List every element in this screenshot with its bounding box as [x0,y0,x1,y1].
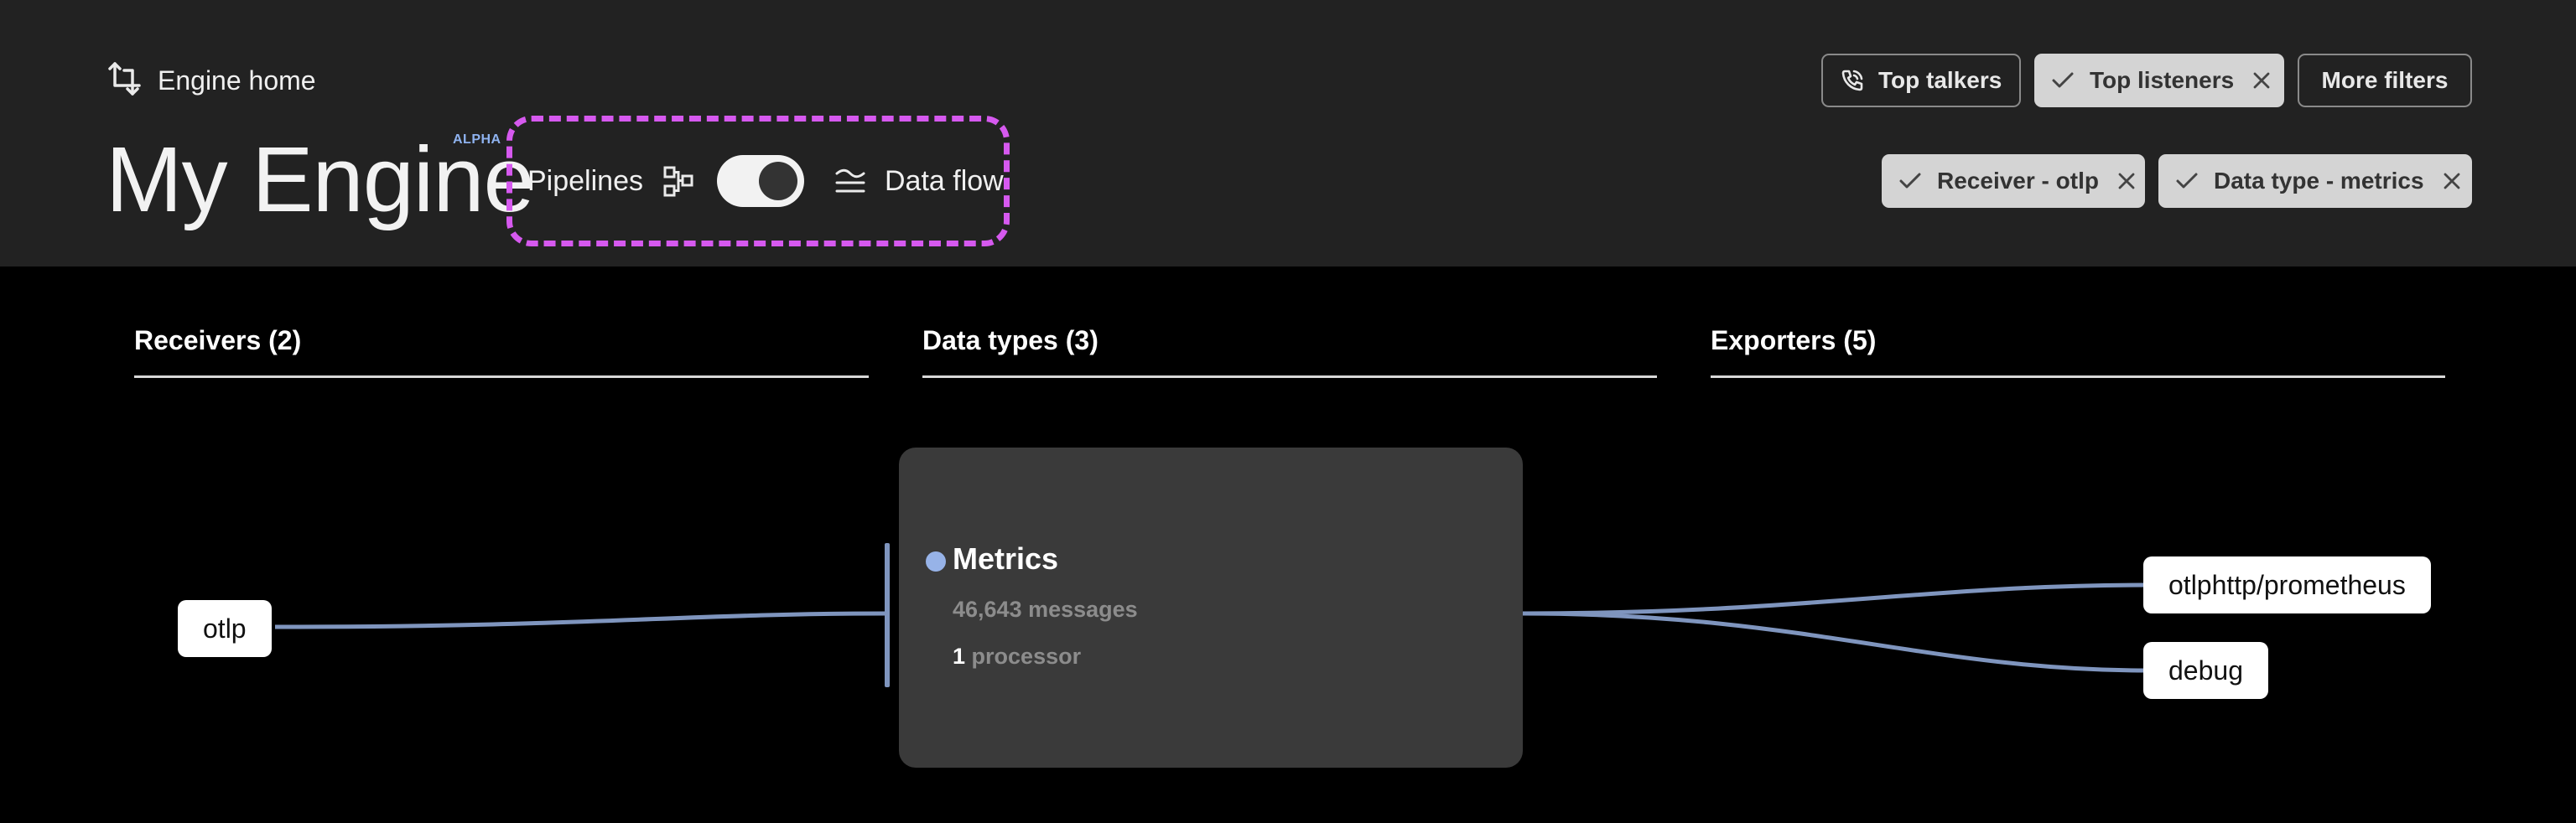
more-filters-button[interactable]: More filters [2298,54,2472,107]
data-type-filter-chip[interactable]: Data type - metrics [2158,154,2472,208]
data-type-name: Metrics [953,541,1059,576]
close-icon[interactable] [2443,172,2461,190]
edge-metrics-to-debug [1522,611,2148,673]
data-flow-label[interactable]: Data flow [885,165,1004,198]
exporter-node-debug[interactable]: debug [2143,642,2268,699]
close-icon[interactable] [2252,71,2271,90]
edge-metrics-to-otlphttp [1522,582,2148,616]
close-icon[interactable] [2117,172,2136,190]
more-filters-label: More filters [2321,67,2449,93]
top-talkers-label: Top talkers [1878,67,2002,93]
data-type-input-bar [885,543,890,687]
processor-count-value: 1 [953,644,966,669]
check-icon [2051,70,2075,91]
edge-otlp-to-metrics [274,611,888,629]
top-talkers-chip[interactable]: Top talkers [1821,54,2021,107]
pipelines-icon [662,164,695,198]
processor-count: 1 processor [953,644,1081,670]
receiver-filter-chip[interactable]: Receiver - otlp [1882,154,2145,208]
receiver-node-otlp[interactable]: otlp [178,600,272,657]
engine-home-link[interactable]: Engine home [107,59,316,102]
top-listeners-chip[interactable]: Top listeners [2034,54,2284,107]
check-icon [1898,171,1922,191]
processor-count-label: processor [971,644,1082,669]
route-icon [107,60,143,101]
data-type-filter-label: Data type - metrics [2214,168,2424,194]
engine-home-label: Engine home [158,65,316,96]
data-flow-icon [834,167,866,195]
exporter-node-otlphttp-prometheus[interactable]: otlphttp/prometheus [2143,556,2431,613]
data-type-node-metrics[interactable]: Metrics 46,643 messages 1 processor [899,448,1523,768]
phone-icon [1840,68,1865,93]
toggle-knob [758,162,797,200]
alpha-badge: ALPHA [453,132,501,147]
pipelines-label[interactable]: Pipelines [527,165,643,198]
status-dot [926,551,946,572]
check-icon [2175,171,2199,191]
top-listeners-label: Top listeners [2090,67,2235,93]
view-switch: Pipelines Data flow [506,116,1010,246]
message-count: 46,643 messages [953,597,1138,622]
receiver-filter-label: Receiver - otlp [1937,168,2099,194]
view-toggle[interactable] [716,155,804,207]
header: Engine home My Engine ALPHA Pipelines Da… [0,0,2576,267]
